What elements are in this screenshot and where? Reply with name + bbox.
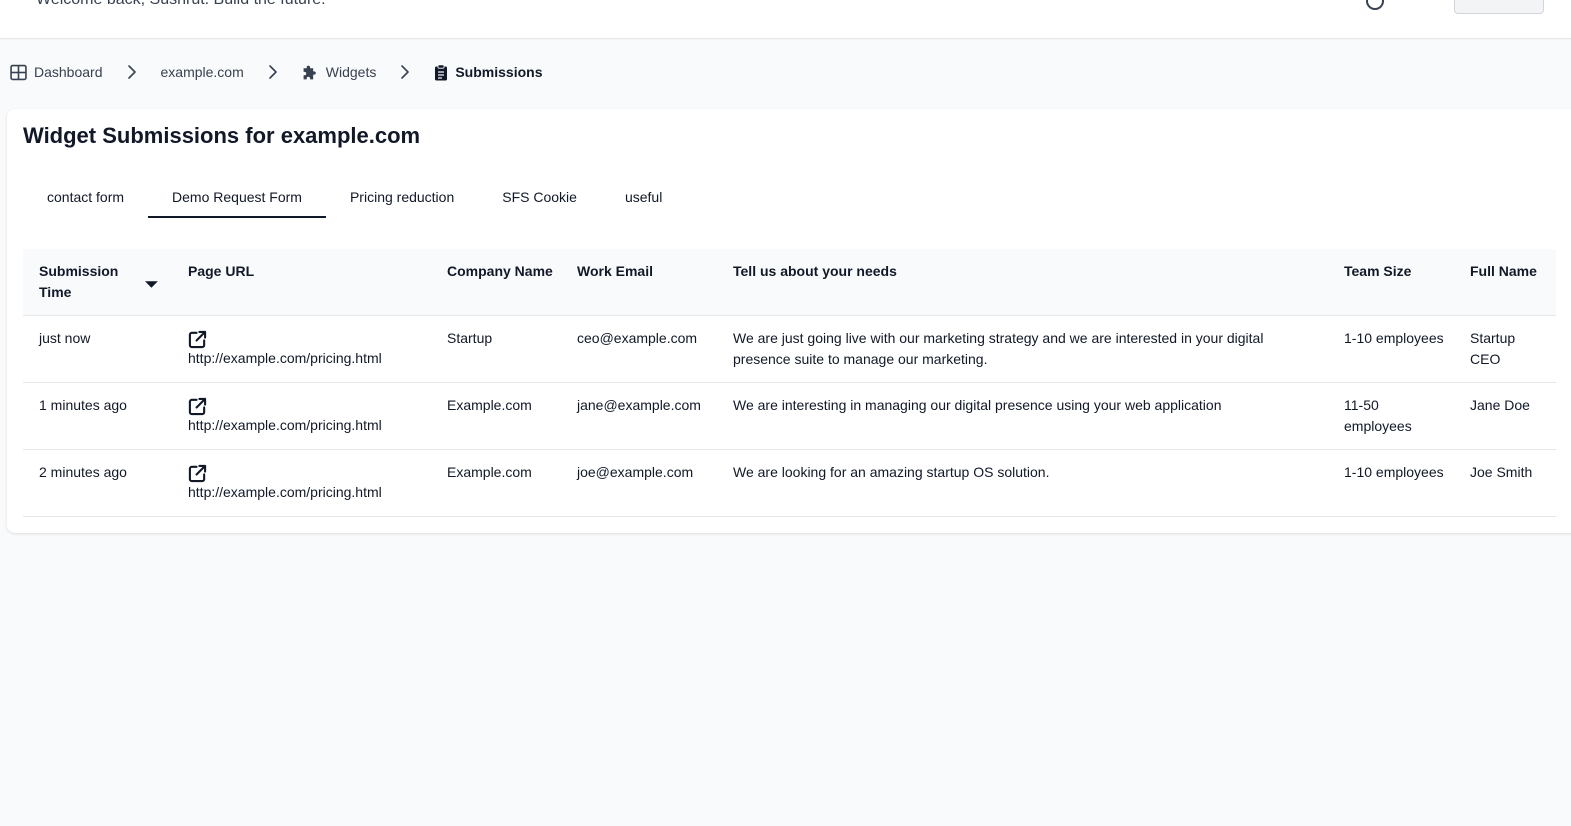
work-email: joe@example.com [561, 449, 717, 517]
needs-text: We are looking for an amazing startup OS… [717, 449, 1328, 517]
tab-demo-request-form[interactable]: Demo Request Form [148, 185, 326, 218]
company-name: Startup [431, 315, 561, 383]
page-url: http://example.com/pricing.html [172, 315, 431, 383]
team-size: 1-10 employees [1328, 315, 1454, 383]
top-bar-button[interactable] [1454, 0, 1544, 14]
widget-tabs: contact form Demo Request Form Pricing r… [23, 185, 686, 218]
tab-sfs-cookie[interactable]: SFS Cookie [478, 185, 601, 218]
column-header-page-url[interactable]: Page URL [172, 249, 431, 316]
column-header-submission-time[interactable]: Submission Time [23, 249, 172, 316]
breadcrumb-label: Submissions [455, 64, 543, 80]
submissions-card: Widget Submissions for example.com conta… [7, 109, 1571, 533]
page-url: http://example.com/pricing.html [172, 382, 431, 450]
team-size: 11-50 employees [1328, 382, 1454, 450]
breadcrumb-dashboard[interactable]: Dashboard [10, 64, 103, 81]
needs-text: We are just going live with our marketin… [717, 315, 1328, 383]
full-name: Joe Smith [1454, 449, 1556, 517]
table-row[interactable]: 2 minutes ago http://example.com/pricing… [23, 449, 1556, 517]
breadcrumb-site[interactable]: example.com [161, 64, 244, 80]
column-header-label: Submission Time [39, 263, 119, 300]
page-title: Widget Submissions for example.com [23, 123, 421, 148]
tab-useful[interactable]: useful [601, 185, 686, 218]
page-url-link[interactable]: http://example.com/pricing.html [188, 417, 382, 433]
breadcrumb: Dashboard example.com Widgets Submission… [10, 61, 542, 83]
chevron-right-icon [127, 64, 137, 80]
caret-down-icon[interactable] [145, 280, 158, 289]
breadcrumb-label: Dashboard [34, 64, 103, 80]
submission-time: just now [23, 315, 172, 383]
submissions-table: Submission Time Page URL Company Name Wo… [23, 249, 1556, 517]
page-url: http://example.com/pricing.html [172, 449, 431, 517]
breadcrumb-submissions: Submissions [434, 63, 543, 81]
page-url-link[interactable]: http://example.com/pricing.html [188, 350, 382, 366]
column-header-company-name[interactable]: Company Name [431, 249, 561, 316]
help-icon[interactable] [1366, 0, 1384, 10]
company-name: Example.com [431, 382, 561, 450]
welcome-message: Welcome back, Sushrut. Build the future. [36, 0, 326, 9]
column-header-team-size[interactable]: Team Size [1328, 249, 1454, 316]
page-url-link[interactable]: http://example.com/pricing.html [188, 484, 382, 500]
full-name: Jane Doe [1454, 382, 1556, 450]
tab-contact-form[interactable]: contact form [23, 185, 148, 218]
column-header-full-name[interactable]: Full Name [1454, 249, 1556, 316]
top-bar: Welcome back, Sushrut. Build the future. [0, 0, 1571, 39]
breadcrumb-label: example.com [160, 64, 244, 80]
column-header-work-email[interactable]: Work Email [561, 249, 717, 316]
table-row[interactable]: just now http://example.com/pricing.html… [23, 315, 1556, 383]
submission-time: 1 minutes ago [23, 382, 172, 450]
puzzle-icon [303, 65, 316, 79]
external-link-icon[interactable] [188, 464, 207, 483]
table-row[interactable]: 1 minutes ago http://example.com/pricing… [23, 382, 1556, 450]
tab-pricing-reduction[interactable]: Pricing reduction [326, 185, 478, 218]
team-size: 1-10 employees [1328, 449, 1454, 517]
column-header-needs[interactable]: Tell us about your needs [717, 249, 1328, 316]
submission-time: 2 minutes ago [23, 449, 172, 517]
chevron-right-icon [400, 64, 410, 80]
grid-icon [10, 64, 27, 80]
needs-text: We are interesting in managing our digit… [717, 382, 1328, 450]
company-name: Example.com [431, 449, 561, 517]
external-link-icon[interactable] [188, 330, 207, 349]
breadcrumb-label: Widgets [325, 64, 377, 80]
chevron-right-icon [268, 64, 278, 80]
clipboard-icon [435, 63, 448, 80]
work-email: ceo@example.com [561, 315, 717, 383]
work-email: jane@example.com [561, 382, 717, 450]
table-header-row: Submission Time Page URL Company Name Wo… [23, 249, 1556, 316]
external-link-icon[interactable] [188, 397, 207, 416]
breadcrumb-widgets[interactable]: Widgets [302, 64, 377, 81]
full-name: Startup CEO [1454, 315, 1556, 383]
